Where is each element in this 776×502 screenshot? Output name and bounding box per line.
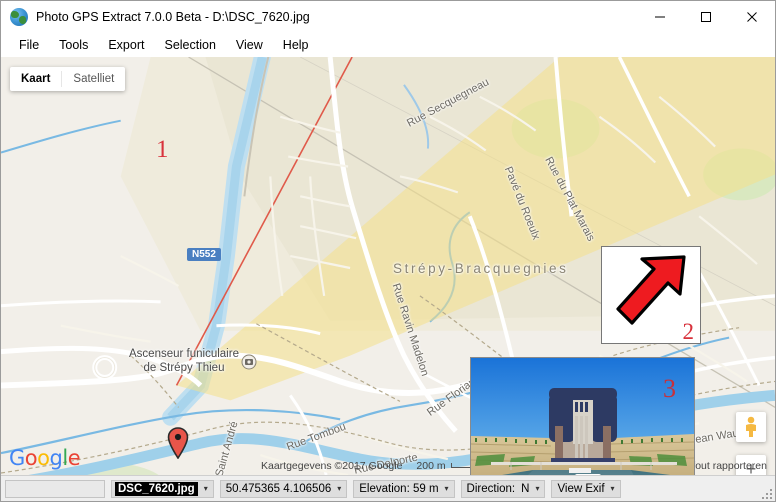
road-shield-n552: N552 bbox=[187, 248, 221, 261]
status-direction-pane[interactable]: Direction: N ▾ bbox=[460, 479, 546, 498]
app-window: Photo GPS Extract 7.0.0 Beta - D:\DSC_76… bbox=[0, 0, 776, 502]
view-exif-chevron-down-icon[interactable]: ▾ bbox=[611, 484, 615, 493]
status-filename-pane[interactable]: DSC_7620.jpg ▾ bbox=[111, 479, 214, 498]
scale-value: 200 m bbox=[416, 460, 446, 472]
map-type-control[interactable]: Kaart Satelliet bbox=[10, 67, 126, 91]
maximize-button[interactable] bbox=[683, 1, 729, 32]
map-place-label: Strépy-Bracquegnies bbox=[393, 261, 569, 276]
resize-grip[interactable] bbox=[760, 487, 772, 499]
map-poi-line1: Ascenseur funiculaire bbox=[129, 348, 239, 360]
map-poi-label: Ascenseur funiculaire de Strépy Thieu bbox=[109, 347, 259, 376]
close-button[interactable] bbox=[729, 1, 775, 32]
window-title: Photo GPS Extract 7.0.0 Beta - D:\DSC_76… bbox=[36, 9, 310, 24]
menu-selection[interactable]: Selection bbox=[154, 35, 225, 55]
status-view-exif: View Exif bbox=[557, 482, 605, 495]
status-view-exif-pane[interactable]: View Exif ▾ bbox=[551, 479, 621, 498]
location-marker-pin[interactable] bbox=[167, 427, 189, 459]
direction-arrow-panel: 2 bbox=[601, 246, 701, 344]
photo-thumbnail-panel[interactable]: 3 bbox=[470, 357, 695, 475]
photo-thumbnail-image bbox=[471, 358, 694, 475]
attribution-data: Kaartgegevens ©2017 Google bbox=[261, 460, 403, 472]
status-filename: DSC_7620.jpg bbox=[115, 481, 198, 496]
minimize-button[interactable] bbox=[637, 1, 683, 32]
menu-view[interactable]: View bbox=[226, 35, 273, 55]
map-poi-line2: de Strépy Thieu bbox=[143, 362, 225, 375]
street-view-pegman-icon[interactable] bbox=[736, 412, 766, 442]
status-elevation-pane[interactable]: Elevation: 59 m ▾ bbox=[353, 479, 455, 498]
status-elevation: Elevation: 59 m bbox=[359, 482, 439, 495]
menu-help[interactable]: Help bbox=[273, 35, 319, 55]
map-canvas[interactable]: Kaart Satelliet Strépy-Bracquegnies Asce… bbox=[1, 57, 775, 475]
direction-chevron-down-icon[interactable]: ▾ bbox=[535, 484, 539, 493]
coordinates-chevron-down-icon[interactable]: ▾ bbox=[337, 484, 341, 493]
menu-bar: File Tools Export Selection View Help bbox=[1, 32, 775, 57]
status-direction-label: Direction: bbox=[466, 482, 516, 495]
menu-tools[interactable]: Tools bbox=[49, 35, 98, 55]
globe-icon bbox=[10, 7, 28, 26]
map-type-satelliet[interactable]: Satelliet bbox=[62, 67, 125, 91]
filename-chevron-down-icon[interactable]: ▾ bbox=[204, 484, 208, 493]
annotation-2: 2 bbox=[682, 319, 695, 344]
title-bar: Photo GPS Extract 7.0.0 Beta - D:\DSC_76… bbox=[1, 1, 775, 32]
annotation-3: 3 bbox=[663, 374, 676, 403]
annotation-1: 1 bbox=[156, 136, 169, 163]
menu-export[interactable]: Export bbox=[98, 35, 154, 55]
status-bar: DSC_7620.jpg ▾ 50.475365 4.106506 ▾ Elev… bbox=[1, 475, 775, 501]
status-coordinates: 50.475365 4.106506 bbox=[225, 482, 332, 495]
window-controls bbox=[637, 1, 775, 32]
elevation-chevron-down-icon[interactable]: ▾ bbox=[445, 484, 449, 493]
status-direction-value: N bbox=[521, 482, 530, 495]
menu-file[interactable]: File bbox=[9, 35, 49, 55]
status-coordinates-pane[interactable]: 50.475365 4.106506 ▾ bbox=[219, 479, 348, 498]
map-type-kaart[interactable]: Kaart bbox=[10, 67, 61, 91]
status-blank-pane bbox=[5, 479, 105, 498]
